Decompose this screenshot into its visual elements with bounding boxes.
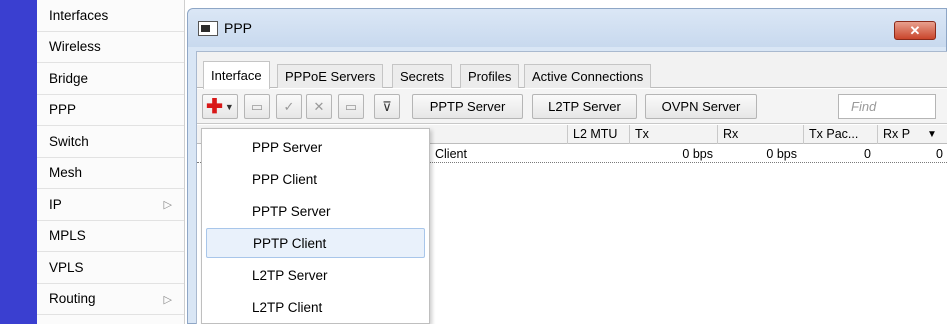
sidebar-item-label: Interfaces — [49, 7, 109, 23]
tab-active-connections[interactable]: Active Connections — [524, 64, 652, 88]
column-header-tx-packets[interactable]: Tx Pac... — [809, 127, 858, 141]
tab-pppoe-servers[interactable]: PPPoE Servers — [277, 64, 384, 88]
sidebar-item-switch[interactable]: Switch — [37, 126, 184, 158]
sidebar-item-mesh[interactable]: Mesh — [37, 158, 184, 189]
sidebar-item-label: MPLS — [49, 228, 86, 244]
close-button[interactable]: ✕ — [894, 21, 936, 40]
plus-icon: ✚ — [206, 95, 223, 118]
sidebar-item-interfaces[interactable]: Interfaces — [37, 0, 184, 32]
sidebar-item-label: Switch — [49, 133, 89, 149]
column-header-rx[interactable]: Rx — [723, 127, 738, 141]
sidebar-item-ip[interactable]: IP ▷ — [37, 189, 184, 221]
sidebar-item-wireless[interactable]: Wireless — [37, 32, 184, 63]
filter-icon: ⊽ — [382, 98, 392, 114]
row-rx-packets: 0 — [936, 147, 943, 161]
column-menu-icon[interactable]: ▼ — [927, 129, 937, 140]
sidebar-item-label: PPP — [49, 102, 77, 118]
sidebar-item-bridge[interactable]: Bridge — [37, 63, 184, 95]
add-button[interactable]: ✚ ▼ — [202, 94, 238, 119]
ovpn-server-button[interactable]: OVPN Server — [645, 94, 757, 119]
check-icon: ✓ — [283, 98, 295, 114]
menu-item-ppp-client[interactable]: PPP Client — [206, 164, 425, 194]
row-tx-packets: 0 — [864, 147, 871, 161]
sidebar-item-vpls[interactable]: VPLS — [37, 252, 184, 284]
tab-interface[interactable]: Interface — [203, 61, 270, 89]
submenu-arrow-icon: ▷ — [163, 293, 172, 306]
enable-button[interactable]: ✓ — [276, 94, 302, 119]
sidebar-item-label: Bridge — [49, 70, 89, 86]
column-header-tx[interactable]: Tx — [635, 127, 649, 141]
sidebar-item-mpls[interactable]: MPLS — [37, 221, 184, 252]
menu-item-ppp-server[interactable]: PPP Server — [206, 132, 425, 162]
window-titlebar[interactable]: PPP ✕ — [188, 9, 946, 47]
window-icon — [198, 21, 218, 36]
tab-profiles[interactable]: Profiles — [460, 64, 520, 88]
l2tp-server-button[interactable]: L2TP Server — [532, 94, 637, 119]
find-input[interactable]: Find — [838, 94, 936, 119]
sidebar-menu: Interfaces Wireless Bridge PPP Switch Me… — [37, 0, 185, 324]
sidebar-item-label: IP — [49, 196, 62, 212]
chevron-down-icon: ▼ — [224, 101, 234, 112]
remove-button[interactable]: ▭ — [244, 94, 270, 119]
pptp-server-button[interactable]: PPTP Server — [412, 94, 523, 119]
sidebar-item-label: Wireless — [49, 39, 101, 55]
sidebar-item-ppp[interactable]: PPP — [37, 95, 184, 126]
disable-button[interactable]: ✕ — [306, 94, 332, 119]
sidebar-item-label: Routing — [49, 291, 96, 307]
comment-button[interactable]: ▭ — [338, 94, 364, 119]
toolbar: ✚ ▼ ▭ ✓ ✕ ▭ ⊽ PPTP Server L2TP Server OVP… — [197, 89, 947, 124]
menu-item-pptp-client[interactable]: PPTP Client — [206, 228, 425, 258]
x-icon: ✕ — [313, 98, 325, 114]
tab-bar: Interface PPPoE Servers Secrets Profiles… — [197, 52, 947, 89]
tab-secrets[interactable]: Secrets — [392, 64, 453, 88]
sidebar-item-label: VPLS — [49, 259, 84, 275]
submenu-arrow-icon: ▷ — [163, 199, 172, 211]
add-interface-dropdown: PPP Server PPP Client PPTP Server PPTP C… — [201, 128, 430, 324]
sidebar-item-label: Mesh — [49, 165, 83, 181]
sidebar-item-routing[interactable]: Routing ▷ — [37, 284, 184, 315]
menu-item-l2tp-server[interactable]: L2TP Server — [206, 260, 425, 290]
filter-button[interactable]: ⊽ — [374, 94, 400, 119]
row-rx: 0 bps — [766, 147, 797, 161]
window-title: PPP — [224, 20, 253, 36]
comment-icon: ▭ — [344, 98, 358, 114]
column-header-l2mtu[interactable]: L2 MTU — [573, 127, 617, 141]
minus-icon: ▭ — [250, 98, 264, 114]
row-type: Client — [435, 147, 467, 161]
menu-item-pptp-server[interactable]: PPTP Server — [206, 196, 425, 226]
row-tx: 0 bps — [682, 147, 713, 161]
menu-item-l2tp-client[interactable]: L2TP Client — [206, 292, 425, 322]
menu-accent-strip — [0, 0, 37, 324]
column-header-rx-packets[interactable]: Rx P — [883, 127, 910, 141]
